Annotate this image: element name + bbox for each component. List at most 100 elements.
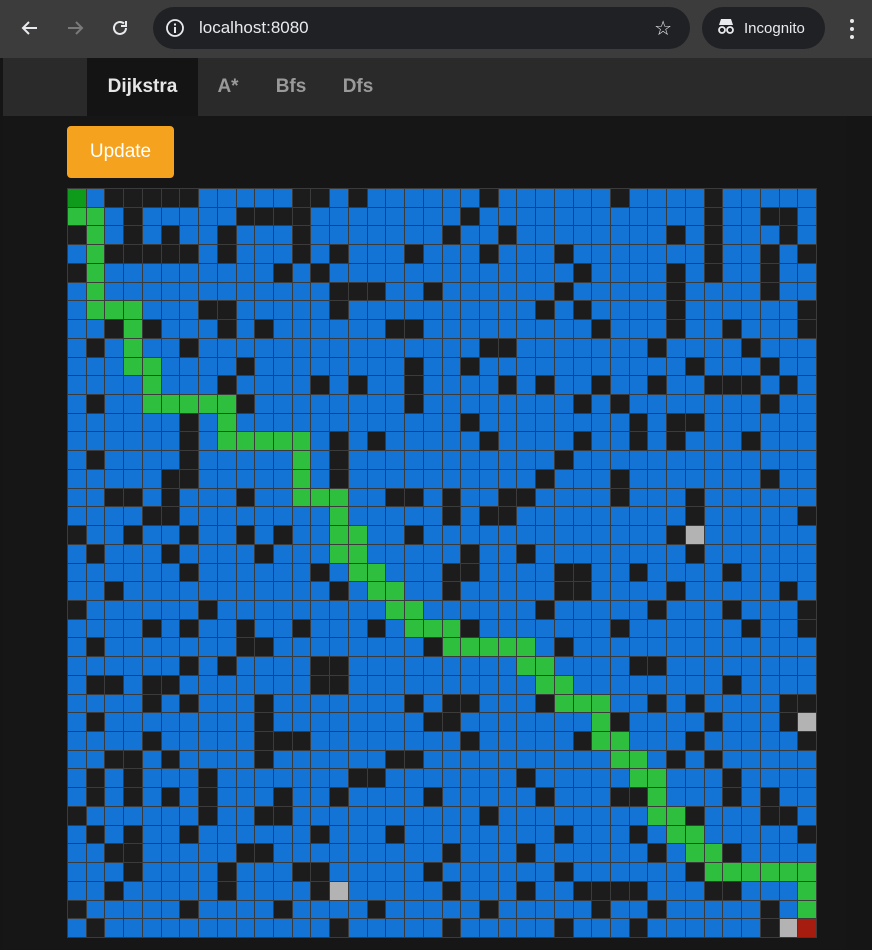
wall-cell[interactable] [554,563,573,582]
path-cell[interactable] [611,732,629,750]
grid-cell[interactable] [142,863,161,881]
grid-cell[interactable] [629,226,648,245]
grid-cell[interactable] [255,357,273,376]
wall-cell[interactable] [629,919,648,937]
grid-cell[interactable] [629,263,648,282]
grid-cell[interactable] [742,301,760,320]
grid-cell[interactable] [573,451,592,469]
grid-cell[interactable] [461,432,479,451]
grid-cell[interactable] [554,263,573,282]
grid-cell[interactable] [461,713,479,732]
grid-cell[interactable] [105,619,124,638]
wall-cell[interactable] [423,713,442,732]
wall-cell[interactable] [685,732,704,750]
wall-cell[interactable] [442,713,461,732]
grid-cell[interactable] [255,451,273,469]
grid-cell[interactable] [442,338,461,357]
grid-cell[interactable] [217,488,236,507]
grid-cell[interactable] [573,488,592,507]
grid-cell[interactable] [667,638,685,657]
grid-cell[interactable] [611,282,629,301]
grid-cell[interactable] [105,863,124,881]
wall-cell[interactable] [142,675,161,694]
grid-cell[interactable] [798,282,816,301]
grid-cell[interactable] [779,357,798,376]
grid-cell[interactable] [760,638,779,657]
grid-cell[interactable] [255,863,273,881]
grid-cell[interactable] [723,526,742,544]
grid-cell[interactable] [386,638,405,657]
grid-cell[interactable] [723,189,742,207]
grid-cell[interactable] [479,376,498,394]
grid-cell[interactable] [311,694,330,713]
forward-icon[interactable] [57,10,93,46]
grid-cell[interactable] [348,320,367,338]
grid-cell[interactable] [161,320,180,338]
grid-cell[interactable] [798,844,816,863]
grid-cell[interactable] [199,544,217,563]
grid-cell[interactable] [554,619,573,638]
grid-cell[interactable] [348,338,367,357]
grid-cell[interactable] [685,881,704,900]
grid-cell[interactable] [742,563,760,582]
grid-cell[interactable] [554,881,573,900]
grid-cell[interactable] [742,750,760,769]
grid-cell[interactable] [648,582,667,600]
grid-cell[interactable] [536,881,554,900]
grid-cell[interactable] [479,750,498,769]
grid-cell[interactable] [86,806,105,825]
grid-cell[interactable] [517,320,536,338]
grid-cell[interactable] [723,469,742,488]
grid-cell[interactable] [461,582,479,600]
path-cell[interactable] [667,825,685,844]
grid-cell[interactable] [68,788,86,806]
grid-cell[interactable] [779,657,798,675]
grid-cell[interactable] [667,207,685,226]
grid-cell[interactable] [461,469,479,488]
grid-cell[interactable] [798,376,816,394]
grid-cell[interactable] [760,507,779,526]
path-cell[interactable] [86,263,105,282]
wall-cell[interactable] [554,282,573,301]
path-cell[interactable] [142,357,161,376]
grid-cell[interactable] [479,263,498,282]
grid-cell[interactable] [554,357,573,376]
grid-cell[interactable] [180,226,199,245]
grid-cell[interactable] [124,619,142,638]
grid-cell[interactable] [367,600,386,619]
grid-cell[interactable] [723,638,742,657]
grid-cell[interactable] [442,750,461,769]
grid-cell[interactable] [423,320,442,338]
grid-cell[interactable] [461,301,479,320]
grid-cell[interactable] [273,600,292,619]
grid-cell[interactable] [423,207,442,226]
grid-cell[interactable] [498,694,517,713]
wall-cell[interactable] [779,713,798,732]
wall-cell[interactable] [330,282,348,301]
grid-cell[interactable] [255,245,273,263]
wall-cell[interactable] [217,301,236,320]
grid-cell[interactable] [86,357,105,376]
grid-cell[interactable] [442,526,461,544]
wall-cell[interactable] [180,469,199,488]
grid-cell[interactable] [779,788,798,806]
grid-cell[interactable] [386,451,405,469]
grid-cell[interactable] [330,900,348,919]
grid-cell[interactable] [685,788,704,806]
grid-cell[interactable] [273,844,292,863]
grid-cell[interactable] [105,825,124,844]
wall-cell[interactable] [124,863,142,881]
grid-cell[interactable] [723,413,742,432]
grid-cell[interactable] [779,900,798,919]
grid-cell[interactable] [217,544,236,563]
grid-cell[interactable] [255,563,273,582]
grid-cell[interactable] [554,657,573,675]
grid-cell[interactable] [723,488,742,507]
grid-cell[interactable] [517,338,536,357]
grid-cell[interactable] [386,657,405,675]
grid-cell[interactable] [498,544,517,563]
grid-cell[interactable] [161,413,180,432]
wall-cell[interactable] [255,320,273,338]
grid-cell[interactable] [386,769,405,788]
grid-cell[interactable] [105,357,124,376]
